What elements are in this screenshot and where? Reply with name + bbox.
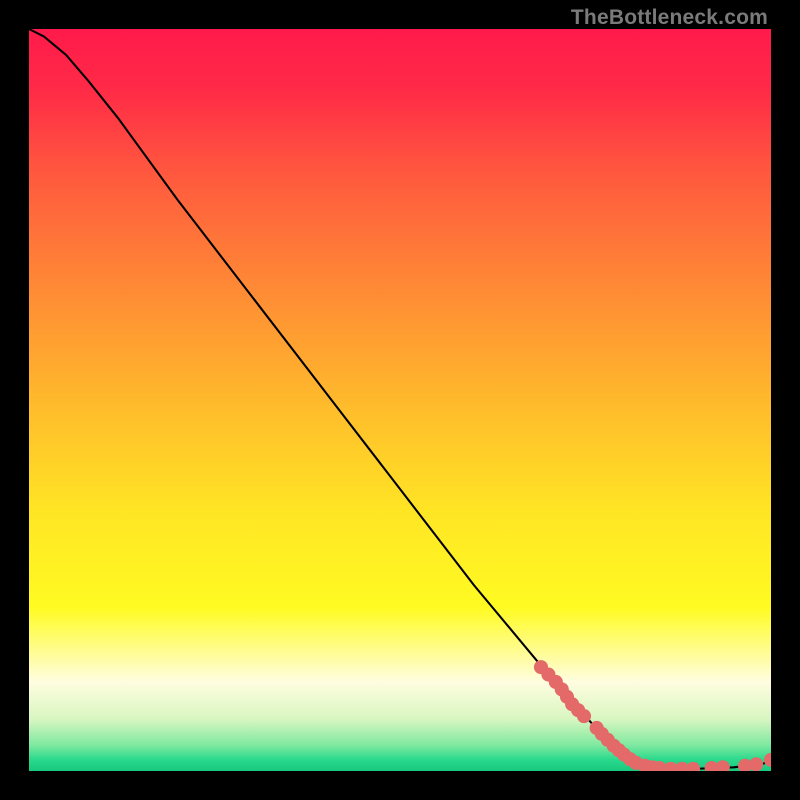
scatter-point <box>749 757 763 771</box>
scatter-point <box>686 762 700 771</box>
chart-overlay <box>29 29 771 771</box>
scatter-point <box>716 760 730 771</box>
scatter-point <box>577 709 591 723</box>
scatter-point <box>764 753 771 767</box>
watermark-text: TheBottleneck.com <box>571 6 768 30</box>
curve-line <box>29 29 771 769</box>
scatter-markers <box>534 660 771 771</box>
chart-frame: TheBottleneck.com <box>0 0 800 800</box>
plot-area <box>29 29 771 771</box>
